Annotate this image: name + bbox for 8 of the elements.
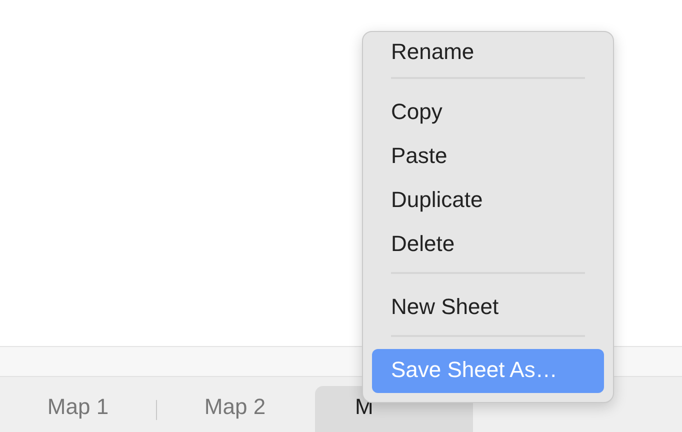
menu-item[interactable]: New Sheet [372, 286, 604, 330]
menu-item[interactable]: Duplicate [372, 179, 604, 223]
sheet-tab[interactable]: Map 1 [0, 386, 156, 432]
menu-item[interactable]: Copy [372, 91, 604, 135]
menu-item[interactable]: Rename [372, 32, 604, 72]
menu-item[interactable]: Delete [372, 223, 604, 267]
sheet-tab[interactable]: Map 2 [157, 386, 313, 432]
menu-item[interactable]: Paste [372, 135, 604, 179]
